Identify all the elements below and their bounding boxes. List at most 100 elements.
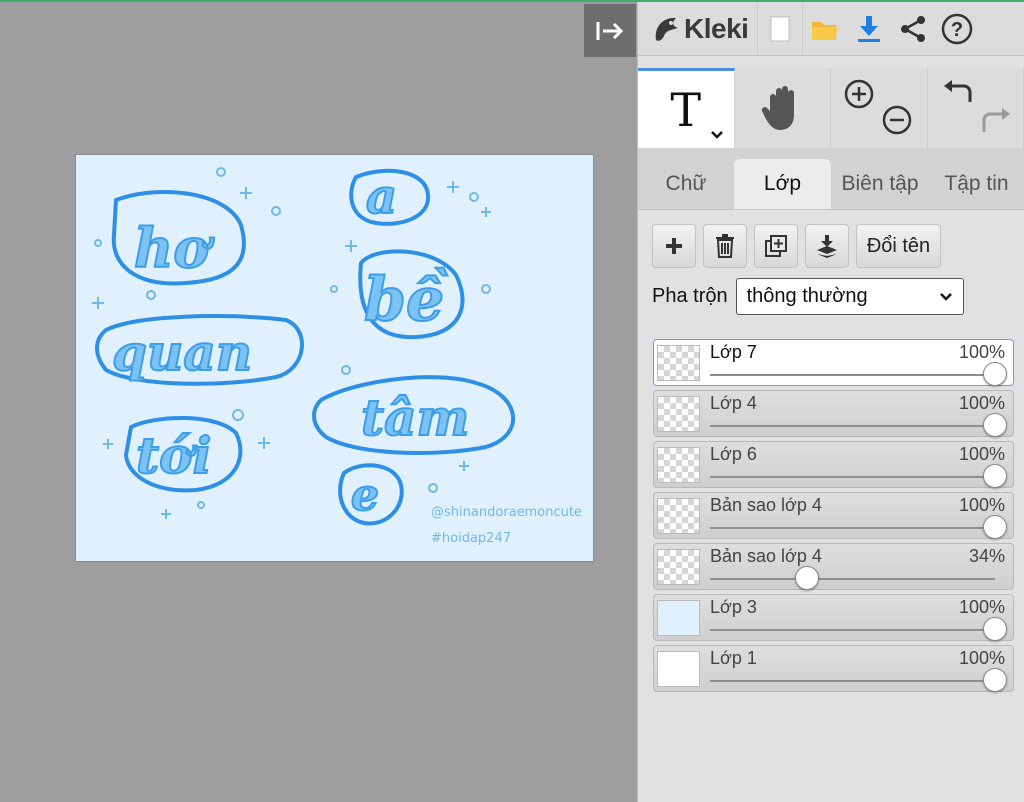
delete-layer-button[interactable] [703, 224, 747, 268]
layer-thumbnail [657, 600, 700, 636]
opacity-slider-knob[interactable] [983, 464, 1007, 488]
layer-opacity-value: 100% [958, 342, 1005, 362]
word-1: hơ [134, 216, 214, 280]
share-button[interactable] [891, 2, 935, 56]
word-7: e [351, 470, 379, 521]
opacity-slider-knob[interactable] [983, 617, 1007, 641]
layer-list: Lớp 7 100% Lớp 4 100% Lớp 6 100% Bản sao lớp 4… [653, 339, 1014, 696]
help-button[interactable]: ? [935, 2, 979, 56]
text-tool[interactable]: T [638, 68, 735, 148]
save-button[interactable] [847, 2, 891, 56]
redo-icon[interactable] [980, 106, 1012, 138]
new-button[interactable] [758, 2, 802, 56]
opacity-slider-knob[interactable] [983, 668, 1007, 692]
opacity-slider-track[interactable] [710, 527, 995, 529]
tab-text[interactable]: Chữ [638, 159, 734, 209]
zoom-out-icon[interactable] [881, 104, 913, 136]
opacity-slider-track[interactable] [710, 374, 995, 376]
open-button[interactable] [803, 2, 847, 56]
add-layer-button[interactable] [652, 224, 696, 268]
layer-thumbnail [657, 345, 700, 381]
blend-mode-row: Pha trộn thông thường [638, 268, 1024, 315]
chevron-down-icon [939, 292, 952, 301]
layer-opacity-value: 100% [958, 597, 1005, 617]
layer-actions: Đổi tên [638, 210, 1024, 268]
layer-row[interactable]: Lớp 1 100% [653, 645, 1014, 692]
history-tools [927, 68, 1024, 148]
tab-edit[interactable]: Biên tập [831, 159, 929, 209]
word-6: tới [136, 426, 211, 485]
blend-mode-label: Pha trộn [652, 285, 728, 307]
undo-icon[interactable] [942, 78, 974, 110]
top-toolbar: Kleki ? [638, 1, 1024, 56]
opacity-slider-track[interactable] [710, 578, 995, 580]
opacity-slider-knob[interactable] [983, 413, 1007, 437]
toggle-panel-button[interactable] [584, 4, 636, 57]
credit-hashtag: #hoidap247 [431, 531, 511, 546]
rename-layer-button[interactable]: Đổi tên [856, 224, 941, 268]
trash-icon [716, 234, 734, 258]
chevron-down-icon[interactable] [710, 130, 724, 140]
duplicate-icon [765, 235, 787, 257]
zoom-in-icon[interactable] [843, 78, 875, 110]
word-4: quan [112, 323, 252, 382]
new-file-icon [770, 16, 790, 41]
plus-icon [666, 238, 682, 254]
layer-row[interactable]: Lớp 3 100% [653, 594, 1014, 641]
kleki-bird-icon [655, 17, 678, 41]
svg-text:?: ? [951, 19, 963, 41]
blend-mode-select[interactable]: thông thường [735, 278, 964, 315]
opacity-slider-knob[interactable] [983, 515, 1007, 539]
layer-thumbnail [657, 447, 700, 483]
duplicate-layer-button[interactable] [754, 224, 798, 268]
layer-opacity-value: 34% [968, 546, 1005, 566]
layer-thumbnail [657, 396, 700, 432]
layer-opacity-value: 100% [958, 393, 1005, 413]
text-tool-icon: T [670, 82, 702, 137]
credit-handle: @shinandoraemoncute [431, 505, 582, 520]
merge-down-button[interactable] [805, 224, 849, 268]
layer-name: Lớp 6 [710, 444, 757, 464]
layer-thumbnail [657, 651, 700, 687]
opacity-slider-knob[interactable] [983, 362, 1007, 386]
layer-name: Bản sao lớp 4 [710, 546, 822, 566]
word-2: a [366, 169, 397, 225]
opacity-slider-track[interactable] [710, 680, 995, 682]
blend-mode-value: thông thường [746, 285, 868, 307]
opacity-slider-knob[interactable] [794, 566, 819, 590]
word-3: bề [364, 265, 448, 335]
help-icon: ? [941, 13, 973, 44]
tool-row: T [638, 68, 1024, 148]
hand-tool[interactable] [734, 68, 831, 148]
layer-row[interactable]: Bản sao lớp 4 34% [653, 543, 1014, 590]
app-logo[interactable]: Kleki [638, 1, 758, 56]
tab-file[interactable]: Tập tin [929, 159, 1024, 209]
opacity-slider-track[interactable] [710, 425, 995, 427]
layer-opacity-value: 100% [958, 444, 1005, 464]
layer-row[interactable]: Lớp 6 100% [653, 441, 1014, 488]
layer-opacity-value: 100% [958, 495, 1005, 515]
opacity-slider-track[interactable] [710, 476, 995, 478]
layer-row[interactable]: Lớp 7 100% [653, 339, 1014, 386]
merge-down-icon [817, 235, 837, 258]
folder-icon [812, 21, 838, 40]
opacity-slider-track[interactable] [710, 629, 995, 631]
download-icon [858, 15, 880, 42]
drawing-canvas[interactable]: hơ a bề quan tâm tới e @shinandoraemoncu… [76, 155, 593, 561]
layer-row[interactable]: Bản sao lớp 4 100% [653, 492, 1014, 539]
layer-name: Lớp 4 [710, 393, 757, 413]
hand-icon [762, 86, 795, 130]
zoom-tools [831, 68, 928, 148]
tab-layers[interactable]: Lớp [734, 159, 831, 209]
layer-row[interactable]: Lớp 4 100% [653, 390, 1014, 437]
layer-thumbnail [657, 498, 700, 534]
layer-name: Bản sao lớp 4 [710, 495, 822, 515]
canvas-artwork: hơ a bề quan tâm tới e [92, 167, 515, 526]
panel-tabs: Chữ Lớp Biên tập Tập tin [638, 148, 1024, 210]
layer-name: Lớp 1 [710, 648, 757, 668]
app-name: Kleki [684, 12, 749, 44]
canvas-workspace[interactable]: hơ a bề quan tâm tới e @shinandoraemoncu… [0, 2, 637, 802]
layer-thumbnail [657, 549, 700, 585]
layer-name: Lớp 7 [710, 342, 757, 362]
word-5: tâm [361, 388, 469, 447]
